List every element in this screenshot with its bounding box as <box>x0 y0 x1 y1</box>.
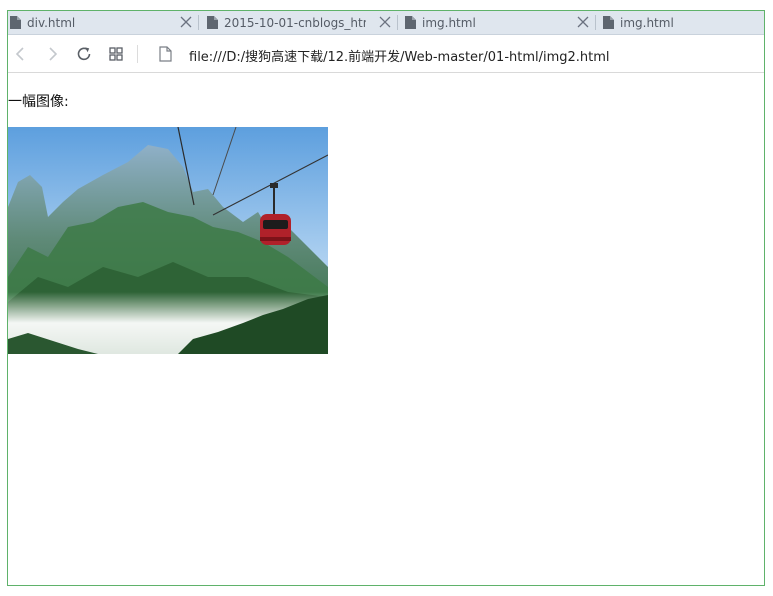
tab-img-html-active[interactable]: img.html <box>603 11 763 34</box>
tab-strip: div.html 2015-10-01-cnblogs_htm img.html <box>8 11 764 35</box>
close-icon[interactable] <box>180 16 192 28</box>
tab-title: div.html <box>27 15 76 30</box>
tab-title: img.html <box>620 15 674 30</box>
forward-button[interactable] <box>43 45 61 63</box>
tab-title: img.html <box>422 15 476 30</box>
tab-separator <box>198 15 199 30</box>
chevron-left-icon <box>15 47 24 61</box>
grid-icon <box>109 47 123 61</box>
tab-img-html[interactable]: img.html <box>405 11 595 34</box>
tab-separator <box>397 15 398 30</box>
tab-div-html[interactable]: div.html <box>10 11 198 34</box>
toolbar-separator <box>137 45 138 63</box>
back-button[interactable] <box>12 45 30 63</box>
tab-cnblogs[interactable]: 2015-10-01-cnblogs_htm <box>207 11 397 34</box>
chevron-right-icon <box>49 47 58 61</box>
address-bar[interactable]: file:///D:/搜狗高速下载/12.前端开发/Web-master/01-… <box>189 46 610 65</box>
apps-button[interactable] <box>107 45 125 63</box>
close-icon[interactable] <box>379 16 391 28</box>
tab-title: 2015-10-01-cnblogs_htm <box>224 15 366 30</box>
document-icon <box>159 46 172 62</box>
reload-button[interactable] <box>75 45 93 63</box>
document-icon <box>603 16 614 29</box>
document-icon <box>10 16 21 29</box>
browser-window: div.html 2015-10-01-cnblogs_htm img.html <box>7 10 765 586</box>
toolbar: file:///D:/搜狗高速下载/12.前端开发/Web-master/01-… <box>8 35 764 73</box>
mountain-cable-car-image <box>8 127 328 354</box>
tab-separator <box>595 15 596 30</box>
close-icon[interactable] <box>577 16 589 28</box>
page-content: 一幅图像: <box>8 74 764 585</box>
document-icon <box>207 16 218 29</box>
image-caption: 一幅图像: <box>8 94 69 110</box>
document-icon <box>405 16 416 29</box>
